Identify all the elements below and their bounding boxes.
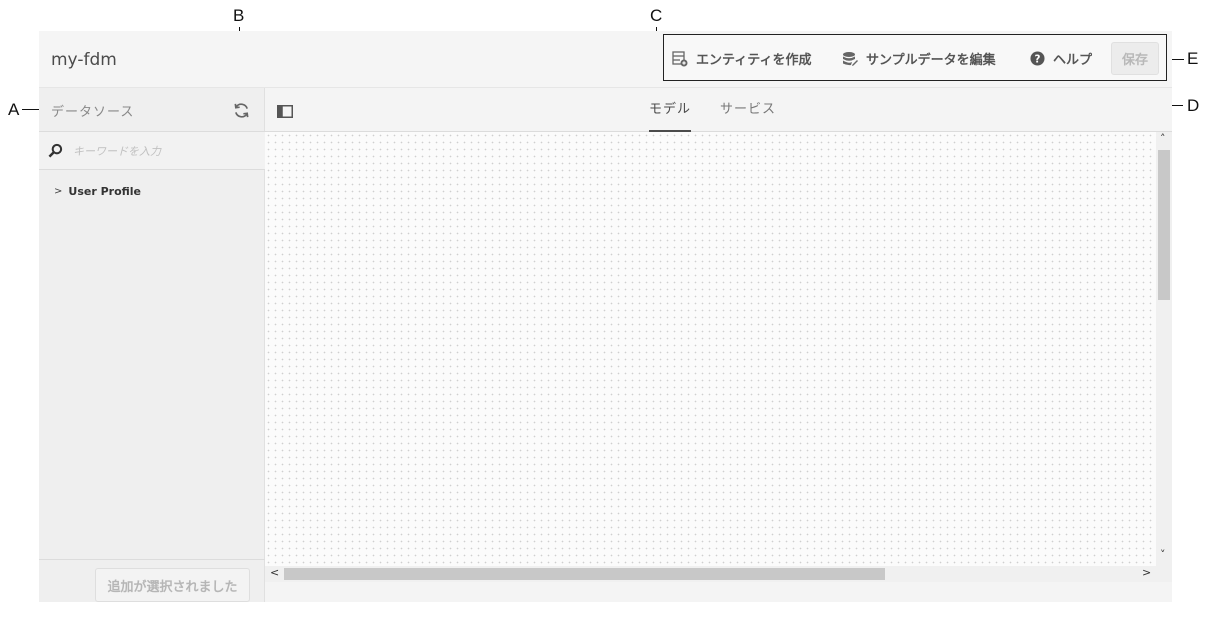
scroll-left-icon[interactable]: < (270, 566, 279, 579)
search-input[interactable] (73, 140, 253, 162)
create-entity-icon (672, 50, 688, 66)
tab-model[interactable]: モデル (649, 98, 691, 117)
database-edit-icon (843, 51, 858, 66)
tab-bar: モデル サービス (265, 88, 1172, 132)
scroll-down-icon[interactable]: ˅ (1160, 548, 1166, 561)
callout-c: C (650, 6, 663, 25)
callout-e: E (1187, 49, 1199, 68)
tab-services[interactable]: サービス (720, 98, 776, 117)
data-source-header: データソース (39, 88, 265, 132)
svg-text:?: ? (1035, 53, 1041, 65)
toolbar: エンティティを作成 サンプルデータを編集 ? ヘルプ 保存 (663, 34, 1167, 81)
callout-b: B (233, 6, 245, 25)
add-selected-button[interactable]: 追加が選択されました (95, 568, 250, 602)
tree-item-label: User Profile (68, 185, 142, 198)
scroll-right-icon[interactable]: > (1142, 566, 1151, 579)
app-title: my-fdm (51, 50, 117, 70)
vertical-scroll-thumb[interactable] (1158, 150, 1170, 300)
search-box (39, 132, 265, 170)
model-canvas-area: モデル サービス ˄ ˅ < > (265, 88, 1172, 602)
top-bar: my-fdm エンティティを作成 サンプルデータを編集 ? ヘルプ 保存 (39, 31, 1172, 88)
help-icon: ? (1030, 51, 1045, 66)
create-entity-button[interactable]: エンティティを作成 (672, 49, 811, 68)
scroll-up-icon[interactable]: ˄ (1160, 132, 1166, 145)
callout-d: D (1187, 96, 1200, 115)
refresh-icon[interactable] (233, 102, 250, 119)
chevron-right-icon: > (54, 186, 63, 197)
model-canvas[interactable] (265, 132, 1156, 566)
horizontal-scroll-thumb[interactable] (284, 568, 885, 580)
save-button[interactable]: 保存 (1111, 42, 1159, 75)
data-source-panel: データソース > User Profile 追加が選択されました (39, 88, 265, 602)
callout-a: A (8, 100, 20, 119)
horizontal-scrollbar[interactable]: < > (265, 566, 1172, 582)
edit-sample-data-button[interactable]: サンプルデータを編集 (842, 49, 996, 68)
help-label: ヘルプ (1053, 53, 1093, 68)
search-icon (48, 143, 63, 158)
tree-item-user-profile[interactable]: > User Profile (54, 185, 141, 198)
create-entity-label: エンティティを作成 (696, 53, 812, 68)
vertical-scrollbar[interactable]: ˄ ˅ (1156, 132, 1172, 566)
data-source-footer: 追加が選択されました (39, 559, 265, 602)
edit-sample-data-label: サンプルデータを編集 (866, 53, 996, 68)
data-source-title: データソース (51, 105, 135, 120)
form-data-model-editor: my-fdm エンティティを作成 サンプルデータを編集 ? ヘルプ 保存 データ… (39, 31, 1172, 602)
help-button[interactable]: ? ヘルプ (1030, 49, 1092, 68)
panel-toggle-icon[interactable] (277, 105, 293, 118)
